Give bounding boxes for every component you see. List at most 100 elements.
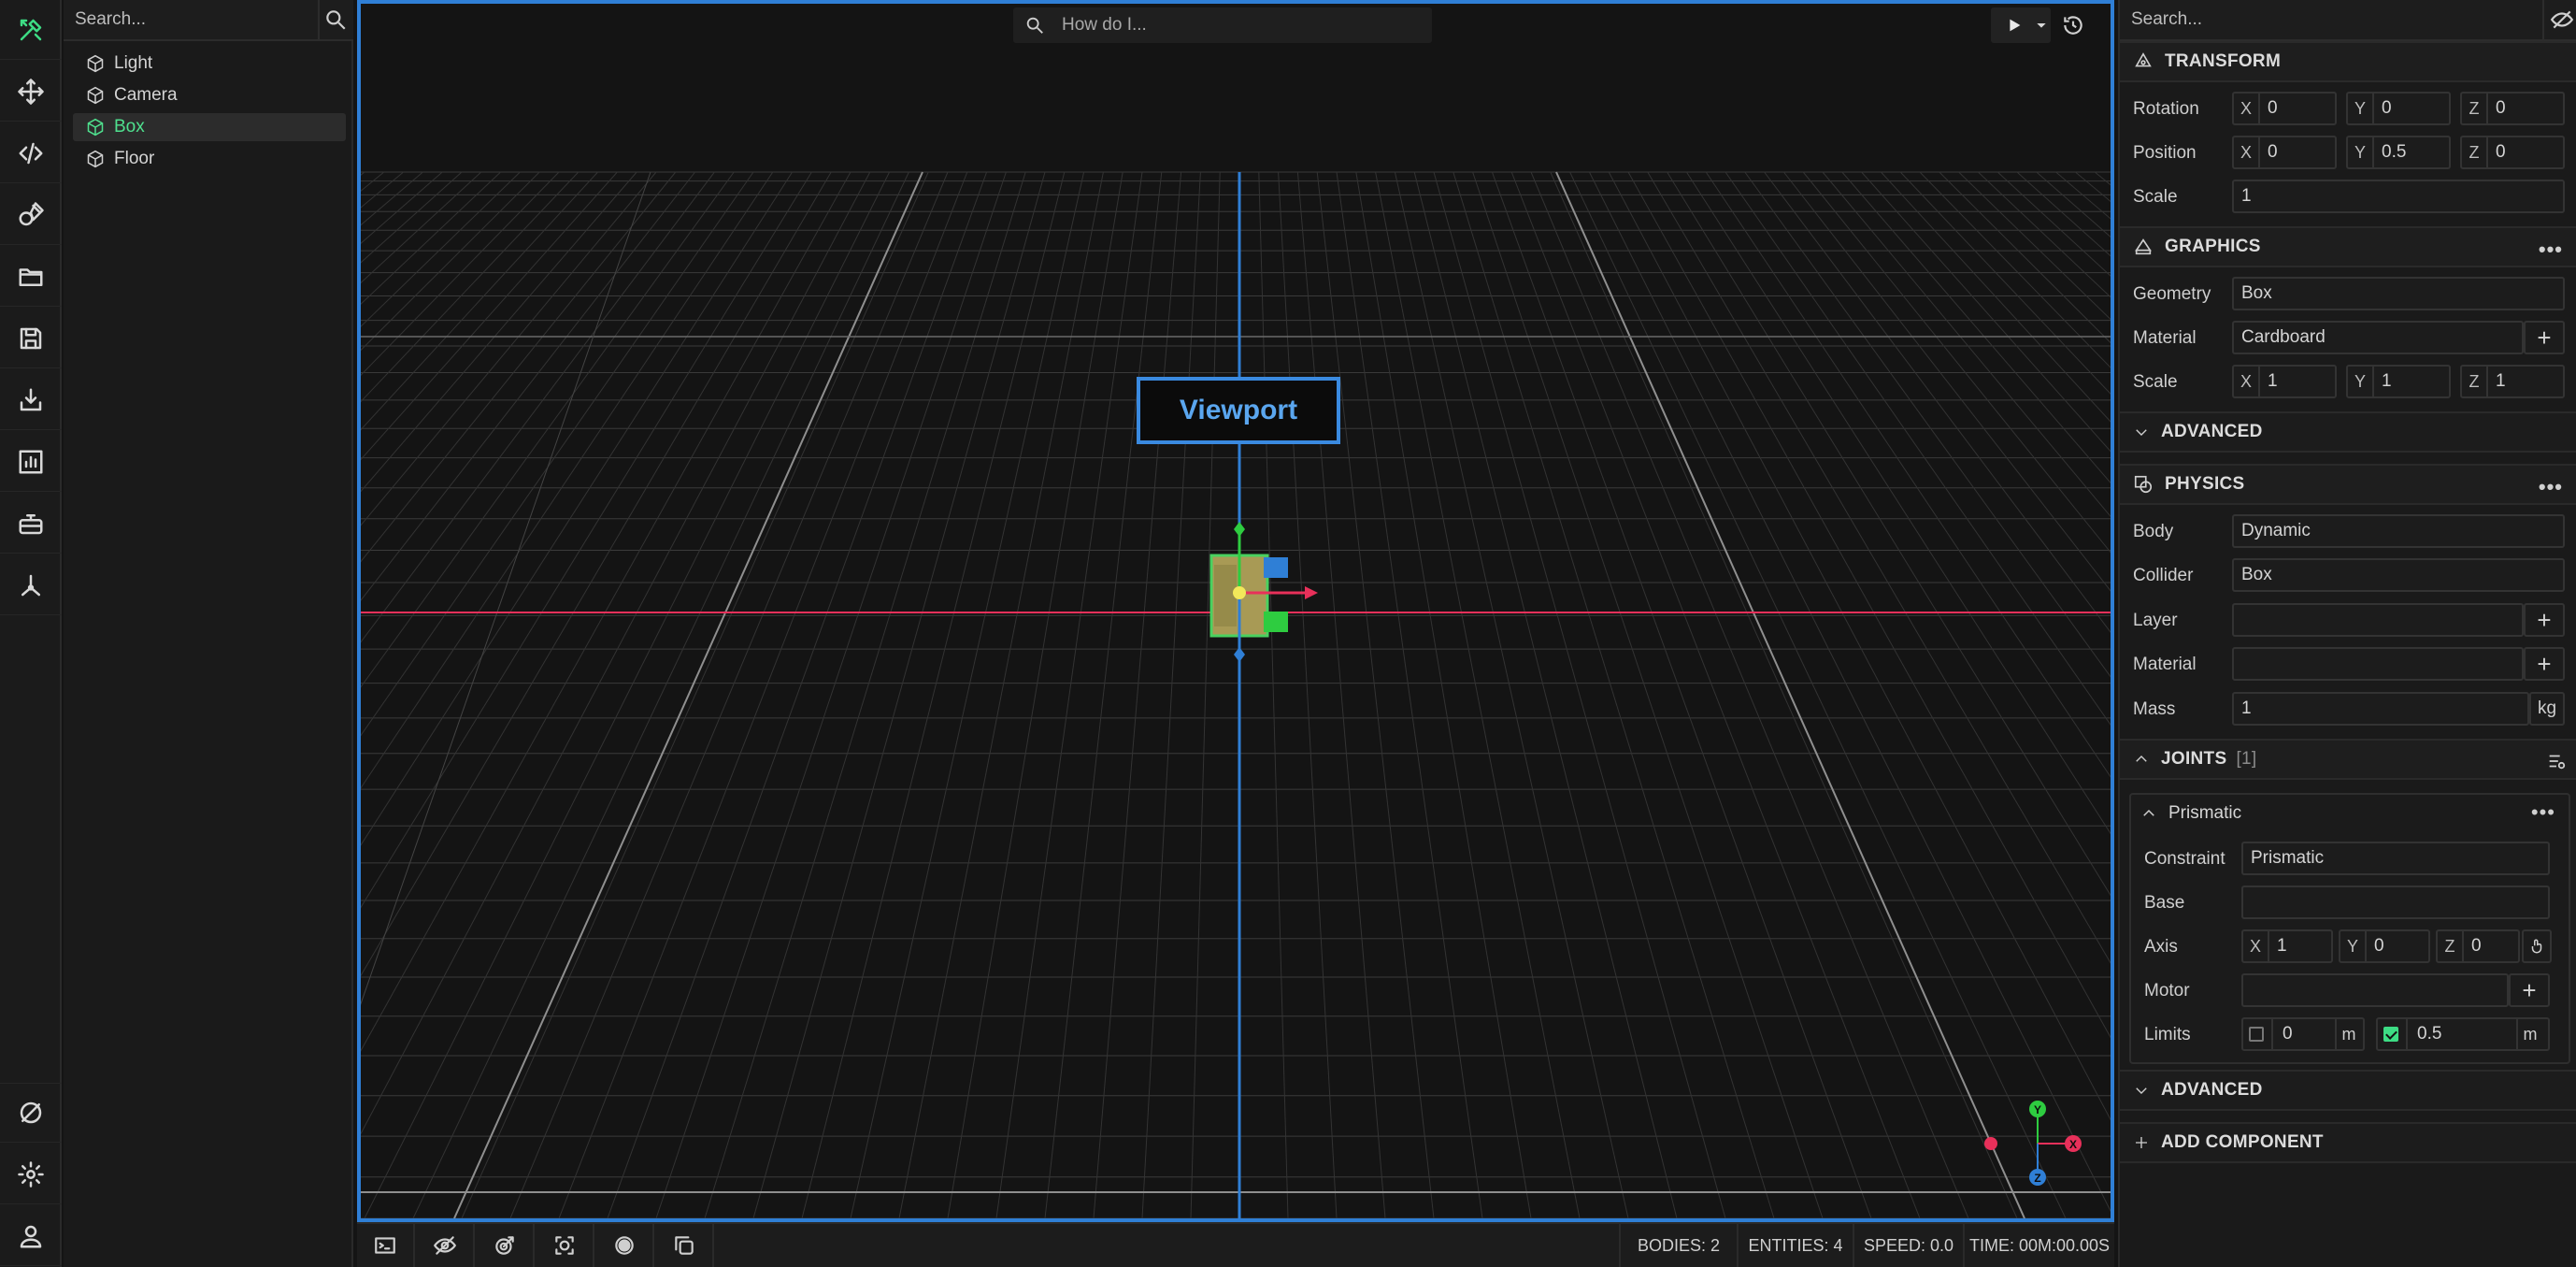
visibility-toggle[interactable] xyxy=(417,1224,475,1267)
limit-max-field[interactable]: 0.5 m xyxy=(2376,1017,2550,1051)
constraint-select[interactable]: Prismatic xyxy=(2241,842,2550,875)
axis-y-label: Y xyxy=(2348,367,2374,396)
limits-label: Limits xyxy=(2144,1025,2191,1044)
joints-header[interactable]: JOINTS [1] xyxy=(2120,739,2576,780)
physics-advanced-header[interactable]: ADVANCED xyxy=(2120,1070,2576,1111)
grid-line xyxy=(655,171,1007,1218)
transform-gizmo[interactable] xyxy=(1233,522,1318,662)
graphics-material-select[interactable]: Cardboard xyxy=(2232,321,2524,354)
transform-icon xyxy=(2135,52,2152,67)
gscale-z-field[interactable]: Z1 xyxy=(2460,365,2565,398)
physics-header[interactable]: PHYSICS ••• xyxy=(2120,464,2576,505)
body-label: Body xyxy=(2133,522,2174,541)
gscale-y-value: 1 xyxy=(2382,371,2392,391)
add-layer-button[interactable]: + xyxy=(2524,603,2565,637)
user-icon[interactable] xyxy=(0,1206,62,1266)
code-icon[interactable] xyxy=(0,123,62,183)
tree-item-camera[interactable]: Camera xyxy=(73,81,346,109)
chevron-down-icon[interactable] xyxy=(2034,18,2049,33)
help-search[interactable] xyxy=(1013,7,1432,43)
copy-button[interactable] xyxy=(656,1224,714,1267)
graphics-advanced-header[interactable]: ADVANCED xyxy=(2120,411,2576,453)
position-z-field[interactable]: Z0 xyxy=(2460,136,2565,169)
record-button[interactable] xyxy=(596,1224,654,1267)
position-x-field[interactable]: X0 xyxy=(2232,136,2337,169)
rotation-x-field[interactable]: X0 xyxy=(2232,92,2337,125)
save-icon[interactable] xyxy=(0,309,62,368)
grid-line xyxy=(412,171,909,1218)
robot-icon[interactable] xyxy=(0,494,62,554)
grid-line xyxy=(361,171,812,909)
scene-canvas[interactable]: Y X Z xyxy=(361,4,2111,1218)
body-select[interactable]: Dynamic xyxy=(2232,514,2565,548)
rotation-z-field[interactable]: Z0 xyxy=(2460,92,2565,125)
grid-line xyxy=(361,171,521,327)
search-icon[interactable] xyxy=(323,7,348,32)
gscale-y-field[interactable]: Y1 xyxy=(2346,365,2451,398)
hide-icon[interactable] xyxy=(2550,7,2574,32)
limit-min-field[interactable]: 0 m xyxy=(2241,1017,2365,1051)
graphics-header[interactable]: GRAPHICS ••• xyxy=(2120,226,2576,267)
tree-item-light[interactable]: Light xyxy=(73,50,346,78)
joint-axis-y-field[interactable]: Y0 xyxy=(2339,929,2430,963)
focus-button[interactable] xyxy=(537,1224,594,1267)
console-button[interactable] xyxy=(357,1224,415,1267)
help-search-input[interactable] xyxy=(1062,15,1417,36)
gscale-x-field[interactable]: X1 xyxy=(2232,365,2337,398)
grid-line xyxy=(1336,171,1483,1218)
limit-min-checkbox[interactable] xyxy=(2249,1027,2264,1042)
shapes-edit-icon[interactable] xyxy=(0,185,62,245)
pick-axis-button[interactable] xyxy=(2522,929,2552,963)
grid-line xyxy=(1647,171,2111,964)
limit-max-checkbox[interactable] xyxy=(2383,1027,2398,1042)
app-logo-icon[interactable] xyxy=(0,0,62,60)
collider-select[interactable]: Box xyxy=(2232,558,2565,592)
open-folder-icon[interactable] xyxy=(0,247,62,307)
history-button[interactable] xyxy=(2054,7,2092,43)
add-physics-material-button[interactable]: + xyxy=(2524,647,2565,681)
add-joint-icon[interactable] xyxy=(2546,751,2567,771)
more-icon[interactable]: ••• xyxy=(2539,238,2563,262)
joint-card-header[interactable]: Prismatic ••• xyxy=(2131,795,2569,832)
add-motor-button[interactable]: + xyxy=(2509,973,2550,1007)
import-icon[interactable] xyxy=(0,370,62,430)
geometry-select[interactable]: Box xyxy=(2232,277,2565,310)
mass-field[interactable]: 1 xyxy=(2232,692,2529,726)
base-select[interactable] xyxy=(2241,885,2550,919)
target-button[interactable] xyxy=(477,1224,535,1267)
move-tool-icon[interactable] xyxy=(0,62,62,122)
position-y-value: 0.5 xyxy=(2382,142,2407,162)
orientation-gizmo[interactable]: Y X Z xyxy=(1984,1101,2082,1186)
axes-icon[interactable] xyxy=(0,555,62,615)
graphics-title: GRAPHICS xyxy=(2165,237,2261,256)
axis-label: Axis xyxy=(2144,937,2178,957)
joint-axis-z-field[interactable]: Z0 xyxy=(2436,929,2520,963)
joint-axis-x-field[interactable]: X1 xyxy=(2241,929,2333,963)
layer-select[interactable] xyxy=(2232,603,2524,637)
transform-scale-field[interactable]: 1 xyxy=(2232,180,2565,213)
motor-select[interactable] xyxy=(2241,973,2509,1007)
gear-icon[interactable] xyxy=(0,1145,62,1204)
grid-line xyxy=(1413,171,1678,1218)
more-icon[interactable]: ••• xyxy=(2531,800,2555,825)
more-icon[interactable]: ••• xyxy=(2539,475,2563,499)
tree-item-floor[interactable]: Floor xyxy=(73,145,346,173)
tree-item-box[interactable]: Box xyxy=(73,113,346,141)
scene-search-input[interactable] xyxy=(64,0,320,39)
rotation-y-field[interactable]: Y0 xyxy=(2346,92,2451,125)
add-component-button[interactable]: ADD COMPONENT xyxy=(2120,1122,2576,1163)
record-icon xyxy=(615,1236,634,1255)
play-control[interactable] xyxy=(1991,7,2051,43)
disable-icon[interactable] xyxy=(0,1083,62,1143)
mass-row: Mass 1 kg xyxy=(2120,692,2576,729)
play-icon[interactable] xyxy=(2004,15,2025,36)
3d-viewport[interactable]: Y X Z Viewport xyxy=(357,0,2114,1222)
grid-line xyxy=(1190,171,1221,1218)
physics-material-select[interactable] xyxy=(2232,647,2524,681)
inspector-search-input[interactable] xyxy=(2120,0,2544,39)
gscale-x-value: 1 xyxy=(2268,371,2278,391)
transform-header[interactable]: TRANSFORM xyxy=(2120,41,2576,82)
position-y-field[interactable]: Y 0.5 xyxy=(2346,136,2451,169)
add-material-button[interactable]: + xyxy=(2524,321,2565,354)
stats-icon[interactable] xyxy=(0,432,62,492)
